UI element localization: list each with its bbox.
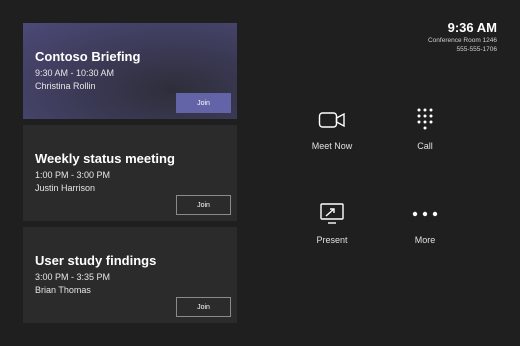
room-phone: 555-555-1706: [456, 46, 497, 53]
room-info: 9:36 AM Conference Room 1246 555-555-170…: [428, 20, 497, 53]
room-name: Conference Room 1246: [427, 37, 497, 44]
meeting-card-user-study[interactable]: User study findings 3:00 PM - 3:35 PM Br…: [23, 227, 237, 323]
meeting-time: 1:00 PM - 3:00 PM: [35, 170, 111, 180]
present-button[interactable]: Present: [287, 201, 377, 245]
join-button[interactable]: Join: [176, 93, 231, 113]
meet-now-button[interactable]: Meet Now: [287, 107, 377, 151]
call-button[interactable]: Call: [380, 107, 470, 151]
dialpad-icon: [380, 107, 470, 133]
more-button[interactable]: More: [380, 201, 470, 245]
call-label: Call: [417, 141, 433, 151]
meeting-host: Justin Harrison: [35, 183, 96, 193]
meeting-title: Weekly status meeting: [35, 151, 175, 166]
present-label: Present: [316, 235, 348, 245]
present-screen-icon: [287, 201, 377, 227]
more-label: More: [414, 235, 436, 245]
meeting-card-weekly-status[interactable]: Weekly status meeting 1:00 PM - 3:00 PM …: [23, 125, 237, 221]
meeting-title: User study findings: [35, 253, 157, 268]
more-dots-icon: [380, 201, 470, 227]
current-time: 9:36 AM: [447, 20, 497, 35]
meeting-time: 9:30 AM - 10:30 AM: [35, 68, 115, 78]
meeting-card-contoso-briefing[interactable]: Contoso Briefing 9:30 AM - 10:30 AM Chri…: [23, 23, 237, 119]
video-camera-icon: [287, 107, 377, 133]
join-button[interactable]: Join: [176, 297, 231, 317]
meeting-time: 3:00 PM - 3:35 PM: [35, 272, 111, 282]
join-button[interactable]: Join: [176, 195, 231, 215]
meet-now-label: Meet Now: [311, 141, 353, 151]
meeting-title: Contoso Briefing: [35, 49, 141, 64]
meeting-host: Christina Rollin: [35, 81, 96, 91]
meeting-host: Brian Thomas: [35, 285, 91, 295]
